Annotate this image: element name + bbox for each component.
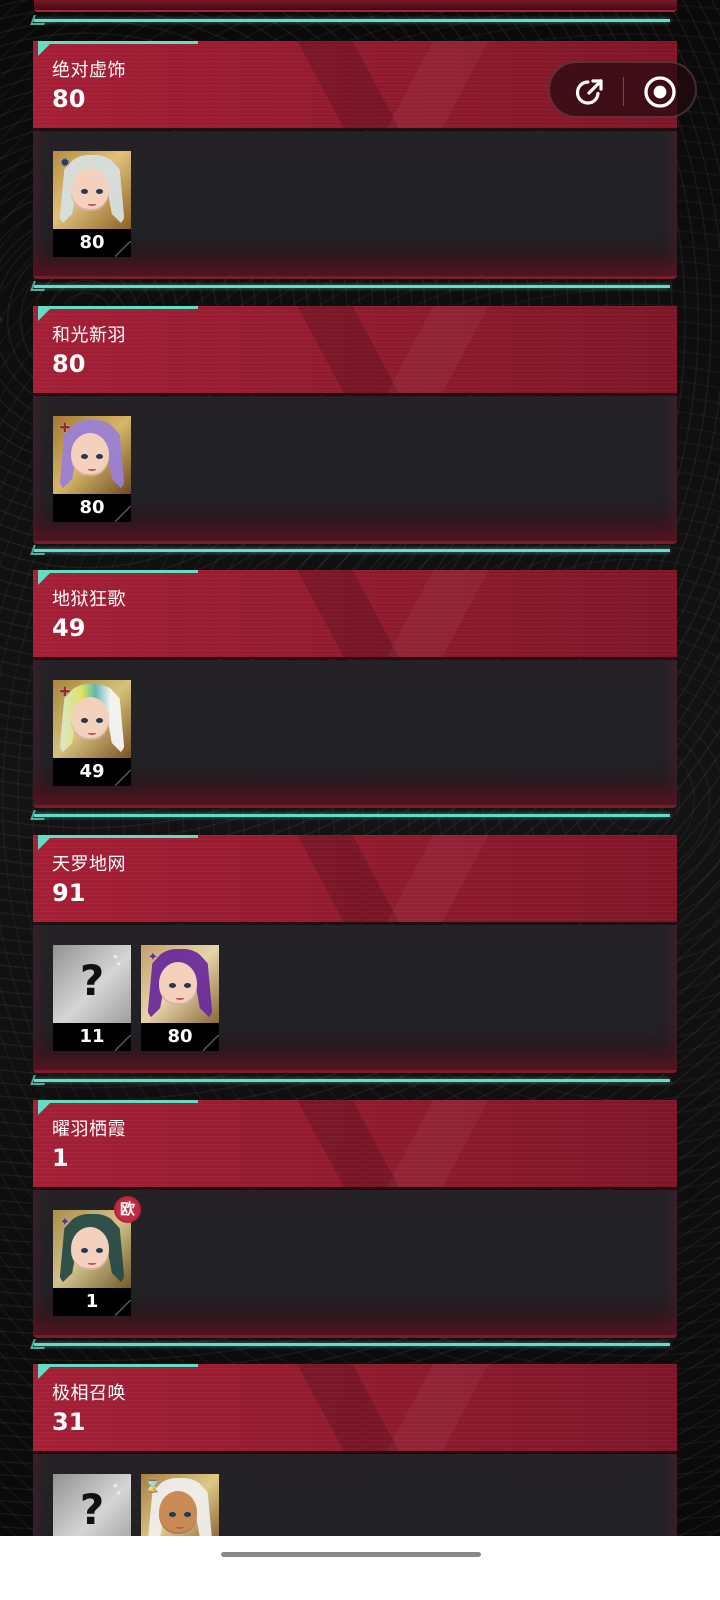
hourglass-icon: ⌛ xyxy=(144,1478,162,1494)
character-card[interactable]: ✹ 80 xyxy=(53,151,131,257)
event-card-header: 极相召唤 31 xyxy=(33,1364,677,1453)
record-button[interactable] xyxy=(640,72,679,111)
character-level: 49 xyxy=(53,758,131,786)
portrait-mouth xyxy=(88,203,96,206)
event-count: 91 xyxy=(52,879,86,907)
character-level: 1 xyxy=(53,1288,131,1316)
event-card[interactable]: 曜羽栖霞 1 ✦ 欧 1 xyxy=(33,1100,677,1338)
question-mark-icon: ? xyxy=(79,1485,105,1534)
card-divider xyxy=(34,19,670,22)
event-card-body: ✹ 80 xyxy=(33,131,677,279)
portrait-right-eye xyxy=(184,1512,191,1517)
event-history-screen: 绝对虚饰 80 ✹ 80 和光新羽 80 ✚ 80 地狱狂歌 49 ✚ 49 天… xyxy=(0,0,720,1600)
character-portrait: ? xyxy=(53,945,131,1023)
event-count: 80 xyxy=(52,350,86,378)
character-level: 11 xyxy=(53,1023,131,1051)
event-card[interactable]: 天罗地网 91 ? 11 ✦ 80 xyxy=(33,835,677,1073)
purple-spark-icon: ✦ xyxy=(59,1214,71,1230)
character-card[interactable]: ✦ 欧 1 xyxy=(53,1196,141,1316)
portrait-mouth xyxy=(176,997,184,1000)
system-navigation-area xyxy=(0,1536,720,1600)
character-level: 80 xyxy=(53,229,131,257)
portrait-mouth xyxy=(88,732,96,735)
portrait-left-eye xyxy=(81,718,88,723)
record-icon xyxy=(643,75,676,108)
character-list: ✚ 49 xyxy=(53,680,131,786)
event-card-body: ✦ 欧 1 xyxy=(33,1190,677,1338)
portrait-left-eye xyxy=(81,1248,88,1253)
portrait-left-eye xyxy=(81,454,88,459)
character-level: 80 xyxy=(53,494,131,522)
event-count: 49 xyxy=(52,614,86,642)
event-count: 31 xyxy=(52,1408,86,1436)
character-list: ✹ 80 xyxy=(53,151,131,257)
red-cross-icon: ✚ xyxy=(59,684,71,700)
character-list: ✚ 80 xyxy=(53,416,131,522)
portrait-right-eye xyxy=(96,1248,103,1253)
character-card[interactable]: ✚ 49 xyxy=(53,680,131,786)
event-title: 和光新羽 xyxy=(52,325,126,346)
event-card-header: 和光新羽 80 xyxy=(33,306,677,395)
question-mark-icon: ? xyxy=(79,956,105,1005)
character-list: ✦ 欧 1 xyxy=(53,1196,141,1316)
event-card[interactable]: 地狱狂歌 49 ✚ 49 xyxy=(33,570,677,808)
event-title: 天罗地网 xyxy=(52,854,126,875)
event-title: 地狱狂歌 xyxy=(52,589,126,610)
portrait-left-eye xyxy=(169,983,176,988)
event-card-header: 曜羽栖霞 1 xyxy=(33,1100,677,1189)
event-card-header: 天罗地网 91 xyxy=(33,835,677,924)
card-divider xyxy=(34,285,670,288)
portrait-left-eye xyxy=(81,189,88,194)
event-card[interactable]: 和光新羽 80 ✚ 80 xyxy=(33,306,677,544)
character-level: 80 xyxy=(141,1023,219,1051)
card-divider xyxy=(34,814,670,817)
character-card[interactable]: ? 11 xyxy=(53,945,131,1051)
external-share-icon xyxy=(575,78,603,105)
event-card-body: ? 11 ✦ 80 xyxy=(33,925,677,1073)
portrait-right-eye xyxy=(96,718,103,723)
event-card-body: ✚ 80 xyxy=(33,396,677,544)
home-indicator[interactable] xyxy=(221,1552,481,1557)
control-divider xyxy=(623,77,624,106)
floating-controls xyxy=(548,61,697,118)
character-list: ? 11 ✦ 80 xyxy=(53,945,219,1051)
portrait-right-eye xyxy=(96,189,103,194)
luck-badge: 欧 xyxy=(114,1196,141,1223)
event-card-body: ✚ 49 xyxy=(33,660,677,808)
share-button[interactable] xyxy=(570,72,609,111)
card-divider xyxy=(34,549,670,552)
character-card[interactable]: ✦ 80 xyxy=(141,945,219,1051)
card-divider xyxy=(34,1079,670,1082)
blue-compass-icon: ✹ xyxy=(59,155,71,171)
card-divider xyxy=(34,1343,670,1346)
portrait-mouth xyxy=(88,468,96,471)
event-title: 绝对虚饰 xyxy=(52,60,126,81)
portrait-right-eye xyxy=(96,454,103,459)
portrait-right-eye xyxy=(184,983,191,988)
event-count: 80 xyxy=(52,85,86,113)
purple-spark-icon: ✦ xyxy=(147,949,159,965)
red-cross-icon: ✚ xyxy=(59,420,71,436)
event-title: 曜羽栖霞 xyxy=(52,1119,126,1140)
portrait-mouth xyxy=(88,1262,96,1265)
portrait-mouth xyxy=(176,1526,184,1529)
event-count: 1 xyxy=(52,1144,69,1172)
previous-card-edge xyxy=(34,0,677,12)
event-title: 极相召唤 xyxy=(52,1383,126,1404)
portrait-left-eye xyxy=(169,1512,176,1517)
character-card[interactable]: ✚ 80 xyxy=(53,416,131,522)
event-card-header: 地狱狂歌 49 xyxy=(33,570,677,659)
